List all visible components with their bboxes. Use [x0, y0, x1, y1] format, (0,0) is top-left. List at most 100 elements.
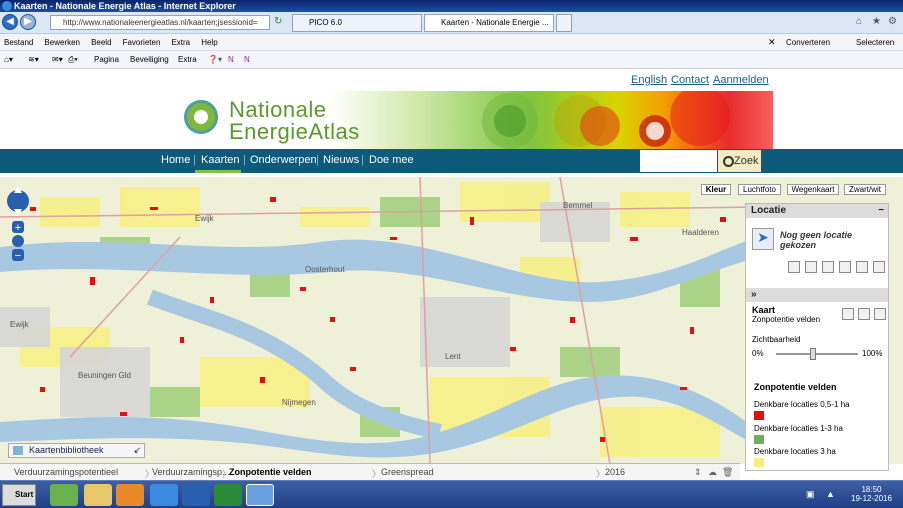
- address-bar[interactable]: http://www.nationaleenergieatlas.nl/kaar…: [50, 15, 270, 30]
- link-contact[interactable]: Contact: [671, 74, 709, 86]
- extra-menu[interactable]: Extra: [178, 55, 197, 64]
- address-text: http://www.nationaleenergieatlas.nl/kaar…: [63, 18, 258, 27]
- collapse-icon[interactable]: −: [878, 204, 884, 218]
- eraser-icon[interactable]: [842, 308, 854, 320]
- browser-navbar: ◀ ▶ http://www.nationaleenergieatlas.nl/…: [0, 12, 903, 34]
- feeds-icon[interactable]: ≋▾: [28, 55, 39, 64]
- dropdown-icon[interactable]: ⇕: [694, 467, 702, 478]
- nav-doe-mee[interactable]: Doe mee: [369, 154, 414, 166]
- window-title: Kaarten - Nationale Energie Atlas - Inte…: [14, 1, 236, 11]
- security-menu[interactable]: Beveiliging: [130, 55, 169, 64]
- map-library-button[interactable]: Kaartenbibliotheek ↙: [8, 443, 145, 458]
- link-english[interactable]: English: [631, 74, 667, 86]
- basemap-luchtfoto[interactable]: Luchtfoto: [738, 184, 781, 195]
- mail-icon[interactable]: ✉▾: [52, 55, 63, 64]
- nav-home[interactable]: Home: [161, 154, 190, 166]
- start-button[interactable]: Start: [2, 484, 36, 506]
- back-icon[interactable]: ◀: [2, 14, 18, 30]
- menu-bestand[interactable]: Bestand: [0, 34, 37, 47]
- refresh-icon[interactable]: ↻: [274, 16, 282, 27]
- basemap-wegenkaart[interactable]: Wegenkaart: [787, 184, 839, 195]
- onenote-icon[interactable]: N: [228, 55, 234, 64]
- link-aanmelden[interactable]: Aanmelden: [713, 74, 769, 86]
- expand-header[interactable]: »: [746, 288, 888, 302]
- top-links: English Contact Aanmelden: [0, 69, 903, 91]
- zoom-controls: + −: [5, 183, 30, 273]
- new-tab-button[interactable]: [556, 14, 572, 32]
- breadcrumb-item[interactable]: Verduurzamingspotentieel: [14, 467, 118, 477]
- menu-bewerken[interactable]: Bewerken: [40, 34, 84, 47]
- nav-onderwerpen[interactable]: Onderwerpen: [250, 154, 317, 166]
- taskbar-chrome-icon[interactable]: [50, 484, 78, 506]
- trash-icon[interactable]: [874, 308, 886, 320]
- window-titlebar: Kaarten - Nationale Energie Atlas - Inte…: [0, 0, 903, 12]
- print-icon[interactable]: ⎙▾: [68, 55, 78, 65]
- home-tool-icon[interactable]: ⌂▾: [4, 55, 13, 64]
- menu-help[interactable]: Help: [197, 34, 221, 47]
- collapse-arrow-icon[interactable]: ↙: [133, 444, 141, 457]
- place-label: Bemmel: [563, 201, 593, 210]
- visibility-slider-thumb[interactable]: [809, 348, 816, 360]
- share-icon[interactable]: [839, 261, 851, 273]
- tray-arrow-icon[interactable]: ▲: [826, 489, 835, 499]
- search-input[interactable]: [640, 150, 717, 172]
- onenote-linked-icon[interactable]: N: [244, 55, 250, 64]
- menu-favorieten[interactable]: Favorieten: [119, 34, 165, 47]
- menu-extra[interactable]: Extra: [167, 34, 194, 47]
- taskbar-word-icon[interactable]: [182, 484, 210, 506]
- layer-breadcrumb-bar: Verduurzamingspotentieel 〉 Verduurzaming…: [0, 463, 740, 480]
- wrench-icon[interactable]: [856, 261, 868, 273]
- taskbar-explorer-icon[interactable]: [84, 484, 112, 506]
- breadcrumb-item[interactable]: 2016: [605, 467, 625, 477]
- weather-icon[interactable]: [822, 261, 834, 273]
- music-icon[interactable]: [788, 261, 800, 273]
- forward-icon[interactable]: ▶: [20, 14, 36, 30]
- command-bar: ⌂▾ ≋▾ ✉▾ ⎙▾ Pagina Beveiliging Extra ❓▾ …: [0, 51, 903, 69]
- search-button[interactable]: Zoek: [718, 150, 761, 172]
- tab-kaarten[interactable]: Kaarten - Nationale Energie ...: [424, 14, 554, 32]
- breadcrumb-item[interactable]: Zonpotentie velden: [229, 467, 312, 477]
- cloud-icon[interactable]: ☁: [708, 467, 717, 478]
- select-button[interactable]: Selecteren: [856, 38, 894, 47]
- taskbar-ie-icon[interactable]: [150, 484, 178, 506]
- taskbar-ie-active-icon[interactable]: [246, 484, 274, 506]
- basemap-zwartwit[interactable]: Zwart/wit: [844, 184, 886, 195]
- settings-icon[interactable]: ⚙: [888, 16, 897, 27]
- help-icon[interactable]: ❓▾: [208, 55, 222, 64]
- pan-control-icon[interactable]: + −: [5, 183, 30, 273]
- legend-label: Denkbare locaties 0,5-1 ha: [754, 400, 850, 409]
- page-menu[interactable]: Pagina: [94, 55, 119, 64]
- tray-network-icon[interactable]: ▣: [806, 489, 815, 500]
- location-pointer-icon[interactable]: ➤: [752, 228, 774, 250]
- taskbar-excel-icon[interactable]: [214, 484, 242, 506]
- breadcrumb-item[interactable]: Verduurzamingsp...: [152, 467, 230, 477]
- taskbar-media-icon[interactable]: [116, 484, 144, 506]
- banner-circles: [482, 91, 730, 149]
- print-panel-icon[interactable]: [873, 261, 885, 273]
- menu-beeld[interactable]: Beeld: [87, 34, 115, 47]
- nav-kaarten[interactable]: Kaarten: [201, 154, 240, 166]
- home-icon[interactable]: ⌂: [856, 16, 862, 27]
- place-label: Ewijk: [10, 320, 30, 329]
- close-icon[interactable]: ✕: [768, 37, 776, 48]
- settings-panel-icon[interactable]: [858, 308, 870, 320]
- menu-bar: Bestand Bewerken Beeld Favorieten Extra …: [0, 34, 903, 51]
- tab-pico[interactable]: PICO 6.0: [292, 14, 422, 32]
- site-banner: Nationale EnergieAtlas: [0, 91, 903, 149]
- location-header[interactable]: Locatie −: [746, 204, 888, 218]
- breadcrumb-item[interactable]: Greenspread: [381, 467, 434, 477]
- convert-button[interactable]: Converteren: [786, 38, 830, 47]
- favorites-icon[interactable]: ★: [872, 16, 881, 27]
- delete-icon[interactable]: 🗑: [722, 467, 733, 478]
- banner-graphic: [330, 91, 773, 149]
- nav-nieuws[interactable]: Nieuws: [323, 154, 359, 166]
- clock[interactable]: 18:50 19-12-2016: [844, 485, 899, 503]
- visibility-min: 0%: [752, 349, 764, 358]
- visibility-slider[interactable]: [776, 348, 858, 360]
- basemap-kleur[interactable]: Kleur: [701, 184, 731, 195]
- visibility-label: Zichtbaarheid: [752, 335, 801, 344]
- nav-separator: |: [361, 154, 364, 166]
- nav-active-indicator: [195, 170, 241, 173]
- side-panel: Locatie − ➤ Nog geen locatie gekozen » Ka…: [745, 203, 889, 471]
- info-icon[interactable]: [805, 261, 817, 273]
